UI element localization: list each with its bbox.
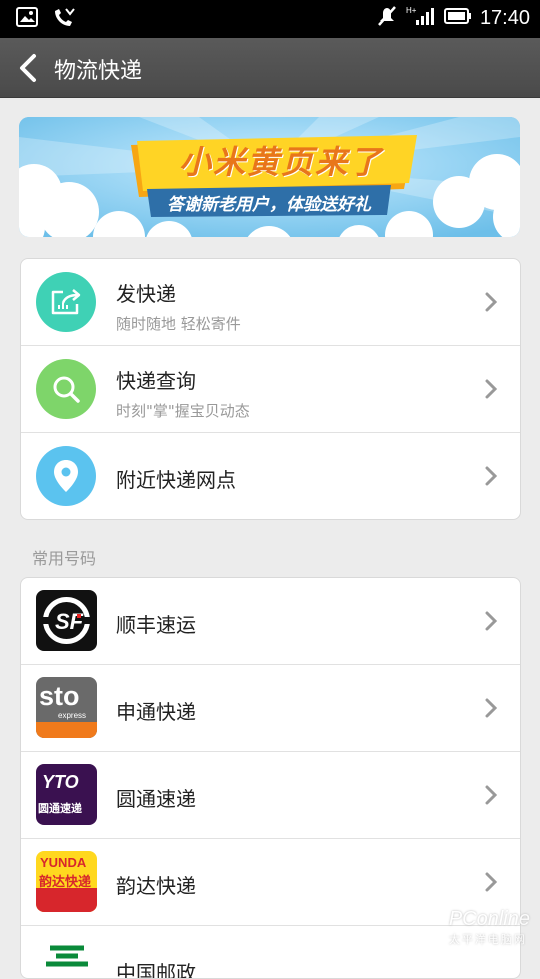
track-express-item[interactable]: 快递查询 时刻"掌"握宝贝动态 <box>21 346 520 433</box>
nearby-outlets-item[interactable]: 附近快递网点 <box>21 433 520 519</box>
chevron-right-icon <box>485 379 498 399</box>
back-arrow-icon <box>20 54 36 82</box>
location-pin-icon <box>36 446 96 506</box>
banner-subline: 答谢新老用户，体验送好礼 <box>167 195 371 215</box>
title-bar: 物流快递 <box>0 38 540 98</box>
nearby-outlets-title: 附近快递网点 <box>116 468 236 492</box>
muted-icon <box>376 5 398 31</box>
send-package-icon <box>36 272 96 332</box>
courier-name: 韵达快递 <box>116 874 196 898</box>
courier-name: 申通快递 <box>116 700 196 724</box>
yunda-logo: YUNDA 韵达快递 <box>36 851 97 912</box>
status-time: 17:40 <box>479 6 530 29</box>
common-numbers-card: SF 顺丰速运 sto express 申通快递 YTO 圆通速递 圆通速递 Y… <box>20 577 521 979</box>
courier-item-yunda[interactable]: YUNDA 韵达快递 韵达快递 <box>21 839 520 926</box>
signal-icon: H+ <box>406 5 436 31</box>
back-button[interactable] <box>14 52 44 84</box>
courier-item-yto[interactable]: YTO 圆通速递 圆通速递 <box>21 752 520 839</box>
courier-item-china-post[interactable]: 中国邮政 <box>21 926 520 979</box>
chevron-right-icon <box>485 785 498 805</box>
chevron-right-icon <box>485 872 498 892</box>
chevron-right-icon <box>485 466 498 486</box>
courier-item-sto[interactable]: sto express 申通快递 <box>21 665 520 752</box>
svg-text:H+: H+ <box>406 6 417 15</box>
send-express-title: 发快递 <box>116 282 176 306</box>
courier-item-sf[interactable]: SF 顺丰速运 <box>21 578 520 665</box>
battery-icon <box>443 8 472 28</box>
phone-missed-icon <box>52 7 76 33</box>
send-express-item[interactable]: 发快递 随时随地 轻松寄件 <box>21 259 520 346</box>
track-express-title: 快递查询 <box>116 369 196 393</box>
sto-logo: sto express <box>36 677 97 738</box>
common-numbers-label: 常用号码 <box>32 549 97 568</box>
yto-logo: YTO 圆通速递 <box>36 764 97 825</box>
page-title: 物流快递 <box>54 59 143 84</box>
send-express-subtitle: 随时随地 轻松寄件 <box>116 315 241 333</box>
promo-banner[interactable]: 小米黄页来了 答谢新老用户，体验送好礼 <box>19 117 520 237</box>
status-bar: H+ 17:40 <box>0 0 540 38</box>
search-icon <box>36 359 96 419</box>
chevron-right-icon <box>485 292 498 312</box>
courier-name: 中国邮政 <box>116 961 196 979</box>
courier-name: 顺丰速运 <box>116 613 196 637</box>
gallery-icon <box>16 7 38 33</box>
track-express-subtitle: 时刻"掌"握宝贝动态 <box>116 402 250 420</box>
sf-logo: SF <box>36 590 97 651</box>
chevron-right-icon <box>485 698 498 718</box>
banner-headline: 小米黄页来了 <box>178 143 383 181</box>
courier-name: 圆通速递 <box>116 787 196 811</box>
chevron-right-icon <box>485 611 498 631</box>
svg-text:SF: SF <box>55 609 84 634</box>
watermark: PConline 太平洋电脑网 <box>448 908 530 946</box>
china-post-logo <box>36 938 97 978</box>
services-card: 发快递 随时随地 轻松寄件 快递查询 时刻"掌"握宝贝动态 附近快递网点 <box>20 258 521 520</box>
